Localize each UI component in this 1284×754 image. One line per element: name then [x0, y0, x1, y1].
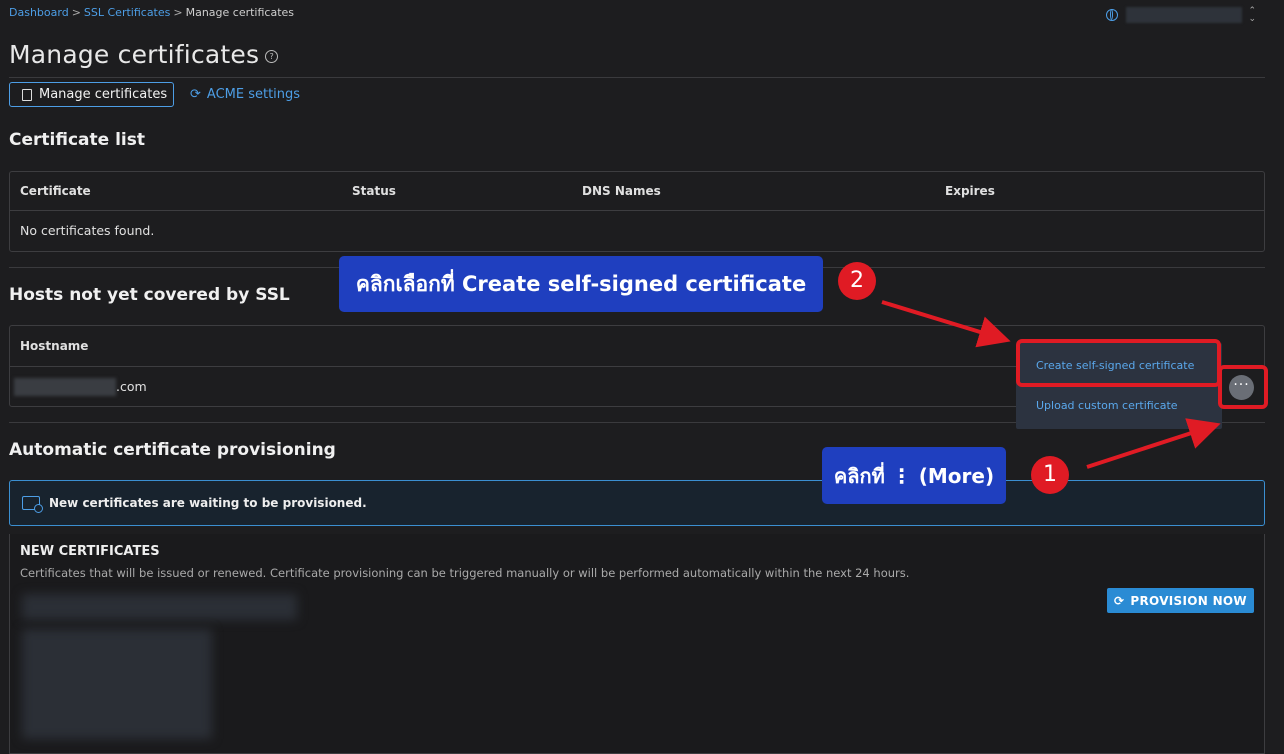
annotation-callout-step2: คลิกเลือกที่ Create self-signed certific… — [339, 256, 823, 312]
arrow-to-more-button — [1086, 418, 1221, 469]
annotation-step-1: 1 — [1031, 456, 1069, 494]
annotation-arrows — [881, 300, 1221, 469]
arrow-to-create-option — [881, 300, 1011, 348]
annotation-callout-step1: คลิกที่ ⋮ (More) — [822, 447, 1006, 504]
annotation-step-2: 2 — [838, 262, 876, 300]
